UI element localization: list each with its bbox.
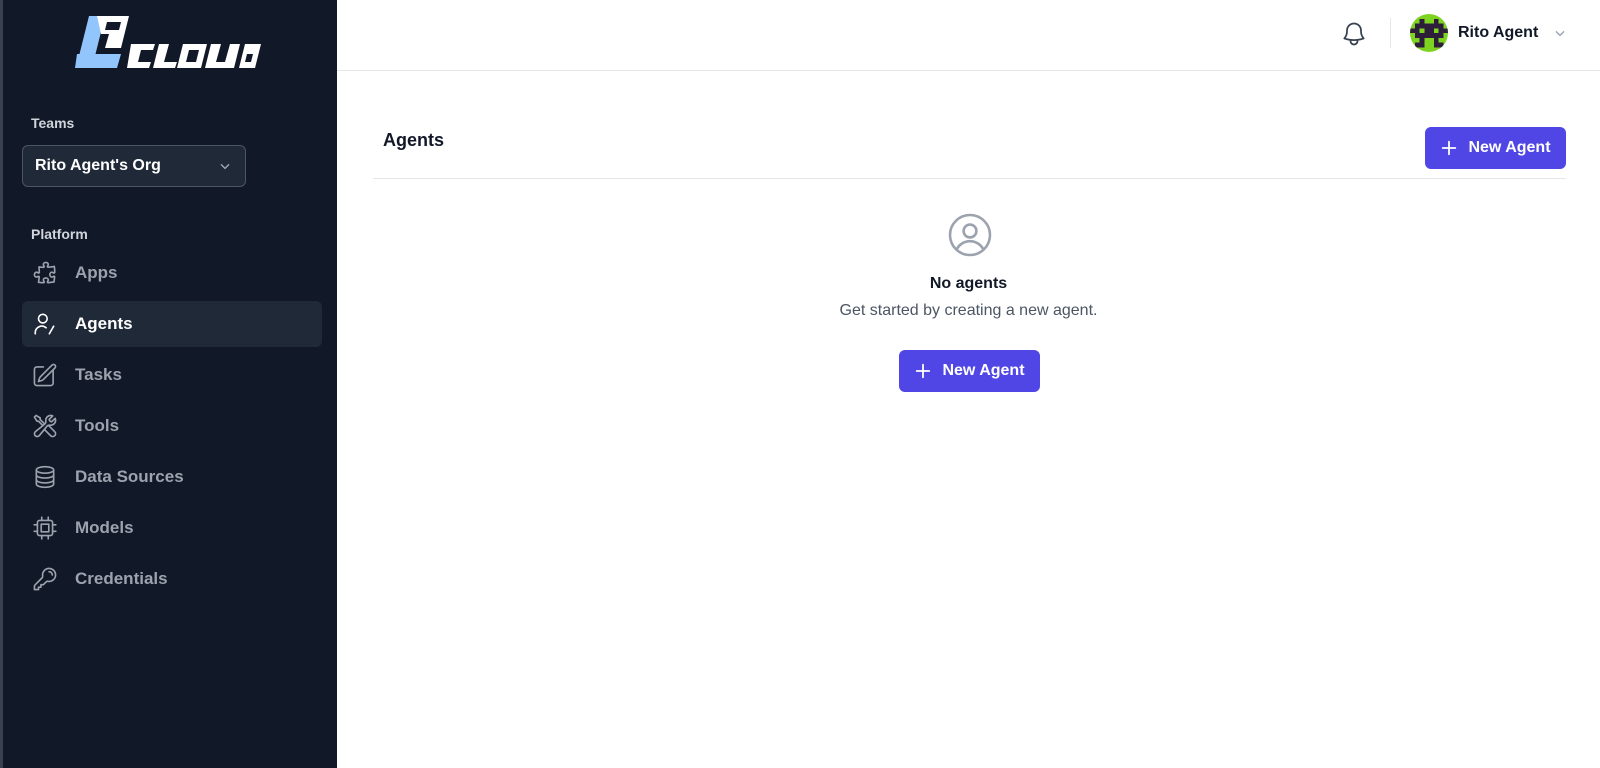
database-icon: [32, 464, 58, 490]
notifications-button[interactable]: [1340, 20, 1368, 48]
empty-state-title: No agents: [929, 275, 1008, 292]
key-icon: [32, 566, 58, 592]
logo-icon: [75, 16, 261, 68]
user-circle-icon: [948, 213, 992, 257]
pixel-avatar: [1410, 14, 1448, 52]
cpu-chip-icon: [32, 515, 58, 541]
header-divider: [1390, 18, 1391, 48]
empty-state-subtitle: Get started by creating a new agent.: [839, 302, 1098, 319]
pencil-square-icon: [32, 362, 58, 388]
sidebar-item-label: Data Sources: [75, 467, 184, 486]
sidebar-item-credentials[interactable]: Credentials: [22, 556, 322, 602]
sidebar-item-models[interactable]: Models: [22, 505, 322, 551]
sidebar-item-label: Apps: [75, 263, 118, 282]
sidebar-item-agents[interactable]: Agents: [22, 301, 322, 347]
app-root: Teams Rito Agent's Org Platform Apps Age…: [0, 0, 1600, 768]
sidebar-nav: Apps Agents Tasks Tools Data Sources Mod…: [22, 250, 322, 607]
new-agent-button[interactable]: New Agent: [1425, 127, 1566, 169]
sidebar: Teams Rito Agent's Org Platform Apps Age…: [0, 0, 337, 768]
user-menu[interactable]: Rito Agent: [1410, 14, 1568, 52]
puzzle-icon: [32, 260, 58, 286]
header-divider-line: [373, 178, 1566, 179]
bell-icon: [1343, 22, 1365, 46]
empty-state-button-label: New Agent: [942, 362, 1025, 379]
chevron-down-icon: [1555, 30, 1565, 37]
plus-icon: [916, 363, 931, 379]
page-title: Agents: [383, 130, 445, 150]
plus-icon: [1442, 140, 1457, 156]
team-select[interactable]: Rito Agent's Org: [22, 145, 246, 187]
empty-state-new-agent-button[interactable]: New Agent: [899, 350, 1040, 392]
sidebar-item-label: Credentials: [75, 569, 168, 588]
user-agent-icon: [32, 311, 58, 337]
logo[interactable]: [75, 14, 261, 70]
user-name: Rito Agent: [1458, 24, 1539, 41]
sidebar-item-label: Tasks: [75, 365, 122, 384]
sidebar-item-tasks[interactable]: Tasks: [22, 352, 322, 398]
sidebar-item-label: Models: [75, 518, 134, 537]
sidebar-item-data-sources[interactable]: Data Sources: [22, 454, 322, 500]
avatar: [1410, 14, 1448, 52]
sidebar-item-apps[interactable]: Apps: [22, 250, 322, 296]
platform-label: Platform: [31, 226, 88, 242]
team-select-value: Rito Agent's Org: [35, 157, 161, 174]
sidebar-item-label: Tools: [75, 416, 120, 435]
chevron-down-icon: [220, 163, 230, 170]
sidebar-item-tools[interactable]: Tools: [22, 403, 322, 449]
teams-label: Teams: [31, 115, 75, 131]
new-agent-button-label: New Agent: [1468, 139, 1551, 156]
wrench-screwdriver-icon: [32, 413, 58, 439]
sidebar-item-label: Agents: [75, 314, 133, 333]
